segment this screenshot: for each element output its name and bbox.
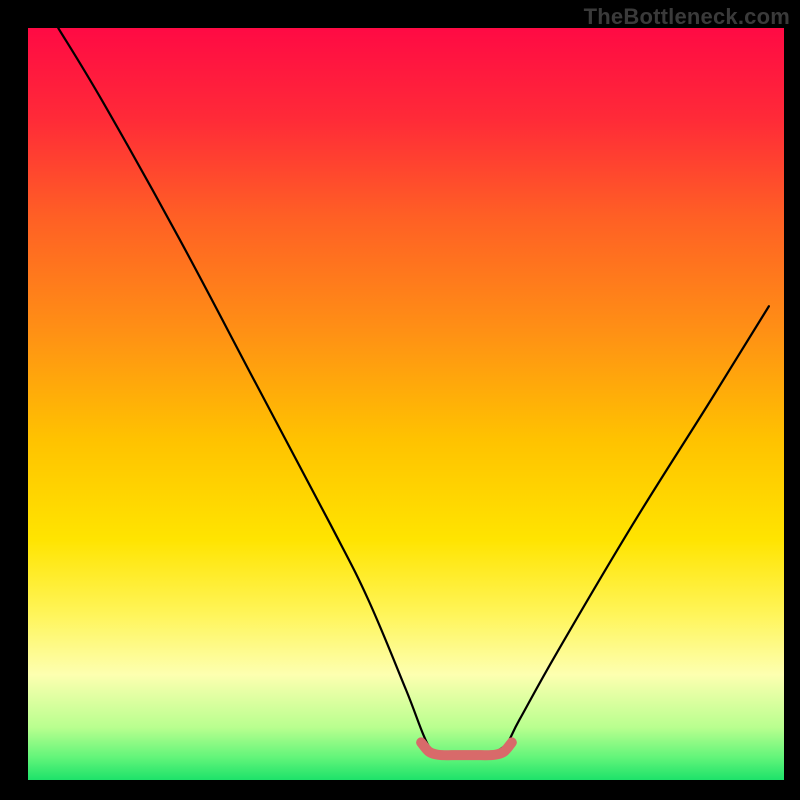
watermark-text: TheBottleneck.com (584, 4, 790, 30)
gradient-background (28, 28, 784, 780)
chart-container: TheBottleneck.com (0, 0, 800, 800)
bottleneck-chart (0, 0, 800, 800)
